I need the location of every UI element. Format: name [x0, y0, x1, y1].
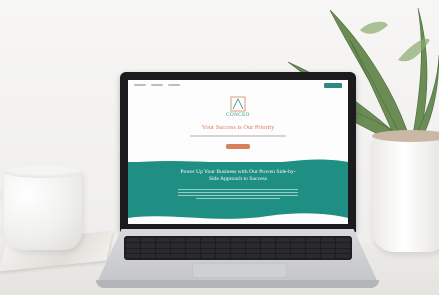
keyboard-key: [246, 248, 260, 253]
keyboard-key: [126, 253, 140, 258]
keyboard-key: [186, 248, 200, 253]
keyboard-key: [216, 238, 230, 243]
keyboard-key: [156, 238, 170, 243]
photo-scene: CONCEO Your Success is Our Priority Powe…: [0, 0, 439, 295]
keyboard-key: [156, 253, 170, 258]
keyboard-key: [126, 248, 140, 253]
keyboard-key: [276, 248, 290, 253]
keyboard-key: [261, 248, 275, 253]
website-subtext: [190, 135, 286, 137]
keyboard-key: [246, 238, 260, 243]
keyboard-key: [261, 238, 275, 243]
keyboard-key: [201, 243, 215, 248]
keyboard-key: [201, 248, 215, 253]
text-line: [178, 195, 298, 196]
keyboard-key: [321, 248, 335, 253]
keyboard-key: [156, 248, 170, 253]
keyboard-key: [306, 243, 320, 248]
keyboard-key: [291, 248, 305, 253]
keyboard-key: [306, 248, 320, 253]
keyboard-key: [171, 243, 185, 248]
website-body-text: [178, 189, 298, 201]
keyboard-key: [186, 238, 200, 243]
keyboard-key: [276, 238, 290, 243]
keyboard-key: [231, 243, 245, 248]
keyboard-key: [306, 238, 320, 243]
website-hero-button: [226, 144, 250, 149]
laptop-screen: CONCEO Your Success is Our Priority Powe…: [128, 80, 348, 224]
website-nav-links: [134, 84, 180, 86]
keyboard-key: [246, 243, 260, 248]
coffee-mug: [4, 170, 82, 250]
laptop-keyboard: [124, 236, 352, 260]
website-nav: [128, 80, 348, 90]
keyboard-key: [246, 253, 260, 258]
keyboard-key: [186, 253, 200, 258]
keyboard-key: [321, 243, 335, 248]
keyboard-key: [201, 253, 215, 258]
keyboard-key: [126, 243, 140, 248]
nav-cta-button: [324, 82, 342, 88]
keyboard-key: [126, 238, 140, 243]
text-line: [178, 192, 298, 193]
keyboard-key: [201, 238, 215, 243]
keyboard-key: [321, 253, 335, 258]
keyboard-key: [336, 238, 350, 243]
keyboard-key: [261, 243, 275, 248]
laptop-base-edge: [96, 280, 379, 288]
website-logo-icon: [230, 96, 246, 112]
website-tagline: Your Success is Our Priority: [201, 124, 275, 131]
keyboard-key: [291, 238, 305, 243]
keyboard-key: [336, 248, 350, 253]
keyboard-key: [171, 253, 185, 258]
keyboard-key: [336, 253, 350, 258]
keyboard-key: [291, 243, 305, 248]
keyboard-key: [216, 243, 230, 248]
website-headline: Power Up Your Business with Our Proven S…: [180, 169, 296, 182]
text-line: [178, 189, 298, 190]
keyboard-key: [141, 243, 155, 248]
keyboard-key: [141, 248, 155, 253]
keyboard-key: [231, 248, 245, 253]
website-wave-bottom: [128, 213, 348, 224]
laptop-trackpad: [192, 263, 287, 278]
nav-link: [168, 84, 180, 86]
keyboard-key: [216, 248, 230, 253]
keyboard-key: [141, 238, 155, 243]
keyboard-key: [261, 253, 275, 258]
keyboard-key: [276, 243, 290, 248]
nav-link: [134, 84, 146, 86]
text-line: [196, 198, 280, 199]
mug-rim: [4, 166, 82, 178]
keyboard-key: [336, 243, 350, 248]
keyboard-key: [231, 253, 245, 258]
keyboard-key: [171, 248, 185, 253]
plant-pot: [372, 134, 439, 252]
keyboard-key: [171, 238, 185, 243]
keyboard-key: [306, 253, 320, 258]
keyboard-key: [141, 253, 155, 258]
keyboard-key: [276, 253, 290, 258]
keyboard-key: [186, 243, 200, 248]
keyboard-key: [321, 238, 335, 243]
keyboard-key: [291, 253, 305, 258]
keyboard-key: [231, 238, 245, 243]
keyboard-key: [156, 243, 170, 248]
website-brand: CONCEO: [226, 113, 250, 118]
keyboard-key: [216, 253, 230, 258]
nav-link: [151, 84, 163, 86]
